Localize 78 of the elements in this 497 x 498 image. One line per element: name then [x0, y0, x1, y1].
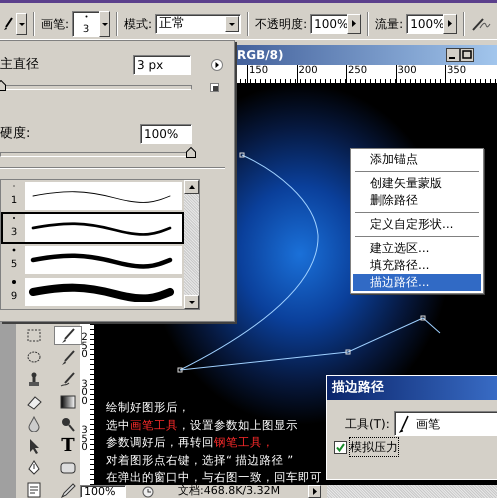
status-menu-button[interactable] — [308, 485, 322, 498]
caret-icon — [228, 20, 236, 26]
instruction-text: 参数调好后，再转回钢笔工具， — [106, 434, 275, 451]
hardness-slider-thumb[interactable] — [186, 147, 196, 158]
tool-label: 工具(T): — [345, 416, 390, 432]
menu-item[interactable]: 定义自定形状... — [353, 216, 481, 233]
diameter-label: 主直径 — [0, 56, 40, 74]
opacity-field[interactable]: 100% — [310, 14, 348, 34]
menu-item[interactable]: 删除路径 — [353, 192, 481, 209]
instruction-text: 选中 画笔工具，设置参数如上图显示 — [106, 416, 299, 434]
hardness-label: 硬度: — [0, 125, 32, 144]
eyedropper-icon[interactable] — [58, 481, 78, 498]
tool-select[interactable]: 画笔 — [394, 411, 497, 436]
ruler-label: 250 — [346, 65, 396, 83]
menu-item[interactable]: 描边路径... — [353, 274, 481, 291]
panel-menu-icon[interactable] — [211, 59, 223, 71]
brush-size: 9 — [10, 290, 18, 304]
arrow-right-icon — [310, 487, 319, 496]
brush-label: 画笔: — [41, 16, 70, 32]
path-curve[interactable] — [178, 152, 440, 372]
airbrush-icon[interactable] — [471, 16, 492, 32]
zoom-field[interactable]: 100% — [80, 485, 126, 498]
maximize-icon[interactable] — [460, 48, 474, 62]
document-size-text: 文档:468.8K/3.32M — [178, 483, 280, 498]
brush-size: 3 — [82, 24, 90, 34]
flow-label: 流量: — [375, 16, 404, 32]
opacity-label: 不透明度: — [255, 16, 308, 32]
menu-item[interactable]: 创建矢量蒙版 — [353, 175, 481, 192]
arrow-right-icon — [350, 19, 358, 28]
brush-preview[interactable]: 3 — [72, 10, 100, 36]
ruler-label: 200 — [296, 65, 346, 83]
gradient-icon[interactable] — [58, 393, 78, 410]
scroll-down-icon[interactable] — [188, 299, 196, 305]
flow-field[interactable]: 100% — [406, 14, 444, 34]
menu-item[interactable]: 添加锚点 — [353, 151, 481, 168]
brush-preset[interactable]: 3 — [1, 212, 184, 244]
horizontal-scrollbar[interactable] — [327, 485, 497, 498]
scrollbar[interactable] — [184, 180, 199, 309]
brush-tip-icon — [12, 248, 16, 252]
menu-item[interactable]: 建立选区... — [353, 240, 481, 257]
opacity-slider-button[interactable] — [347, 14, 362, 34]
arrow-right-icon — [446, 19, 454, 28]
resize-icon[interactable] — [210, 83, 219, 92]
dialog-title: 描边路径 — [327, 376, 497, 400]
ruler-label: 300 — [396, 65, 445, 83]
window-title: RGB/8) — [237, 47, 284, 64]
brush-tip-icon — [84, 14, 88, 18]
instruction-text: 对着图形点右键，选择“ 描边路径 ” — [106, 452, 294, 468]
brush-icon — [398, 414, 410, 432]
menu-item[interactable]: 填充路径... — [353, 257, 481, 274]
tool-preset-dropdown[interactable] — [16, 12, 27, 34]
instruction-text: 在弹出的窗口中，与右图一致，回车即可 — [106, 469, 322, 485]
status-icon[interactable] — [142, 486, 154, 498]
checkbox-label: 模拟压力 — [350, 438, 398, 456]
caret-icon — [100, 20, 109, 26]
ruler-label: 250 — [80, 334, 89, 360]
type-tool[interactable]: T — [61, 436, 75, 454]
mode-select[interactable]: 正常 — [155, 14, 242, 34]
hardness-field[interactable]: 100% — [140, 124, 192, 144]
ruler-label: 150 — [247, 65, 296, 83]
brush-size: 3 — [10, 226, 18, 240]
brush-size: 1 — [10, 194, 18, 208]
brush-tool-icon[interactable] — [3, 16, 13, 30]
brush-tip-icon — [12, 216, 16, 220]
scroll-up-icon[interactable] — [188, 184, 196, 190]
brush-tip-icon — [12, 280, 16, 284]
flow-slider-button[interactable] — [443, 14, 458, 34]
ruler-label: 350 — [80, 427, 89, 452]
caret-icon — [18, 20, 26, 26]
ruler-label: 300 — [80, 380, 89, 406]
ruler-label: 350 — [445, 65, 494, 83]
checkbox[interactable] — [334, 440, 347, 454]
mode-label: 模式: — [124, 16, 152, 32]
brush-dropdown[interactable] — [99, 10, 110, 36]
brush-size: 5 — [10, 258, 18, 272]
minimize-icon[interactable] — [446, 48, 460, 62]
instruction-text: 绘制好图形后， — [106, 399, 191, 416]
diameter-field[interactable]: 3 px — [133, 55, 191, 75]
